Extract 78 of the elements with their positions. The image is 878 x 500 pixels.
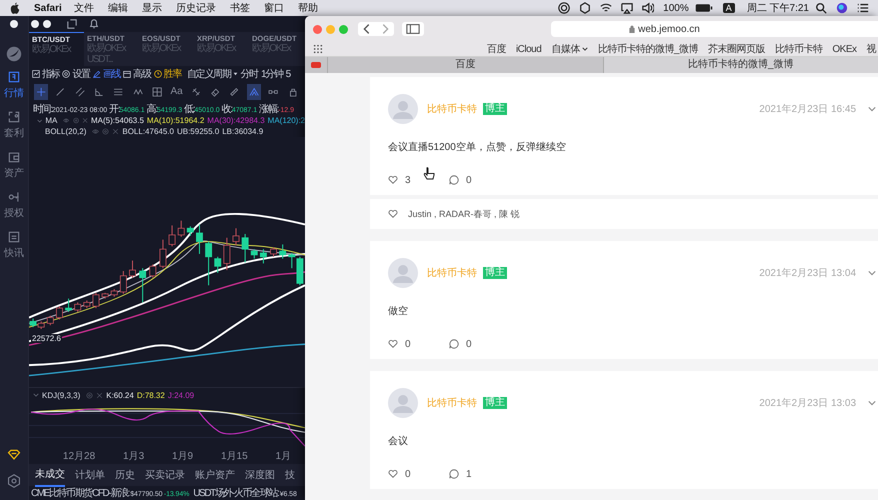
post-date: 2021年2月23日 13:03 bbox=[759, 397, 856, 410]
liked-by-list: Justin , RADAR-春哥 , 陳 锐 bbox=[408, 208, 520, 220]
indicator-value: J:24.09 bbox=[168, 390, 194, 400]
bookmark-link[interactable]: 比特币卡特的微博_微博 bbox=[598, 42, 698, 56]
menu-item[interactable]: 历史记录 bbox=[176, 1, 216, 15]
toolbar-button[interactable]: 指标 bbox=[32, 67, 60, 81]
indicator-value: BOLL:47645.0 bbox=[122, 127, 174, 136]
indicator-value: UB:59255.0 bbox=[176, 127, 220, 136]
browser-tab[interactable]: 比特币卡特的微博_微博 bbox=[602, 57, 878, 73]
post-date: 2021年2月23日 16:45 bbox=[759, 103, 856, 116]
bottom-tab[interactable]: 买卖记录 bbox=[145, 464, 185, 486]
menu-item[interactable]: 帮助 bbox=[298, 1, 318, 15]
axis-label: 1月 bbox=[275, 450, 292, 463]
comment-count: 0 bbox=[466, 174, 472, 186]
axis-label: 12月28 bbox=[62, 450, 96, 463]
toolbar-button[interactable]: 胜率 bbox=[154, 67, 182, 81]
toolbar-button[interactable]: 画线 bbox=[92, 67, 120, 81]
comment-count: 1 bbox=[466, 468, 472, 480]
app-menu[interactable]: Safari bbox=[34, 2, 62, 14]
axis-label: 1月3 bbox=[123, 450, 144, 463]
sidebar-item[interactable]: 快讯 bbox=[4, 230, 24, 260]
indicator-value: MA(120):2 bbox=[268, 116, 305, 125]
bookmark-link[interactable]: iCloud bbox=[516, 42, 542, 56]
comment-count: 0 bbox=[466, 338, 472, 350]
post-date: 2021年2月23日 13:04 bbox=[759, 267, 856, 280]
bottom-tab[interactable]: 未成交 bbox=[35, 463, 65, 487]
post-text: 会议 bbox=[388, 434, 409, 448]
sidebar-item[interactable]: 授权 bbox=[4, 190, 24, 220]
bookmark-link[interactable]: 比特币卡特 bbox=[774, 42, 822, 56]
like-count: 0 bbox=[405, 468, 411, 480]
post-text: 做空 bbox=[388, 304, 409, 318]
indicator-value: MA(10):51964.2 bbox=[146, 116, 204, 125]
period-button[interactable]: 5 bbox=[286, 68, 290, 80]
toolbar-button[interactable]: 高级 bbox=[123, 67, 151, 81]
menu-item[interactable]: 窗口 bbox=[264, 1, 284, 15]
sidebar-item[interactable]: 行情 bbox=[4, 70, 24, 100]
indicator-value: K:60.24 bbox=[106, 390, 134, 400]
bottom-tab[interactable]: 历史 bbox=[115, 464, 135, 486]
author-badge: 博主 bbox=[483, 267, 507, 279]
like-count: 3 bbox=[405, 174, 411, 186]
indicator-value: MA(5):54063.5 bbox=[90, 116, 144, 125]
menu-item[interactable]: 编辑 bbox=[108, 1, 128, 15]
bookmark-link[interactable]: OKEx bbox=[832, 42, 856, 56]
bookmark-link[interactable]: 自媒体 bbox=[551, 42, 588, 56]
axis-label: 1月15 bbox=[220, 450, 248, 463]
author-badge: 博主 bbox=[483, 397, 507, 409]
sidebar-item[interactable]: 套利 bbox=[4, 110, 24, 140]
indicator-name: KDJ(9,3,3) bbox=[42, 390, 80, 400]
bookmark-link[interactable]: 百度 bbox=[486, 42, 506, 56]
battery-percent: 100% bbox=[663, 2, 689, 14]
indicator-name: BOLL(20,2) bbox=[45, 127, 86, 136]
post-text: 会议直播51200空单，点赞，反弹继续空 bbox=[388, 140, 567, 154]
bookmark-link[interactable]: 芥末圈网页版 bbox=[708, 42, 765, 56]
sidebar-item[interactable]: 资产 bbox=[4, 150, 24, 180]
period-button[interactable]: 自定义周期 bbox=[187, 67, 238, 81]
toolbar-button[interactable]: 设置 bbox=[62, 67, 90, 81]
menu-item[interactable]: 书签 bbox=[230, 1, 250, 15]
text-tool[interactable]: Aa bbox=[170, 84, 184, 100]
bottom-tab[interactable]: 账户资产 bbox=[195, 464, 235, 486]
bottom-tab[interactable]: 深度图 bbox=[245, 464, 275, 486]
menu-item[interactable]: 显示 bbox=[142, 1, 162, 15]
indicator-value: LB:36034.9 bbox=[222, 127, 264, 136]
axis-label: 1月9 bbox=[172, 450, 194, 463]
address-field[interactable]: web.jemoo.cn bbox=[551, 21, 878, 37]
indicator-value: MA(30):42984.3 bbox=[207, 116, 265, 125]
period-button[interactable]: 分时 bbox=[240, 67, 258, 81]
bookmark-link[interactable]: 视 bbox=[866, 42, 876, 56]
price-label: 22572.6 bbox=[31, 334, 62, 343]
bottom-tab[interactable]: 技 bbox=[285, 464, 295, 486]
indicator-name: MA bbox=[45, 116, 58, 125]
author-badge: 博主 bbox=[483, 103, 507, 115]
input-source[interactable]: A bbox=[722, 3, 735, 13]
menu-item[interactable]: 文件 bbox=[74, 1, 94, 15]
bottom-tab[interactable]: 计划单 bbox=[75, 464, 105, 486]
menu-clock[interactable]: 周二 下午7:21 bbox=[746, 1, 809, 15]
indicator-value: D:78.32 bbox=[136, 390, 165, 400]
period-button[interactable]: 1分钟 bbox=[260, 67, 283, 81]
like-count: 0 bbox=[405, 338, 411, 350]
